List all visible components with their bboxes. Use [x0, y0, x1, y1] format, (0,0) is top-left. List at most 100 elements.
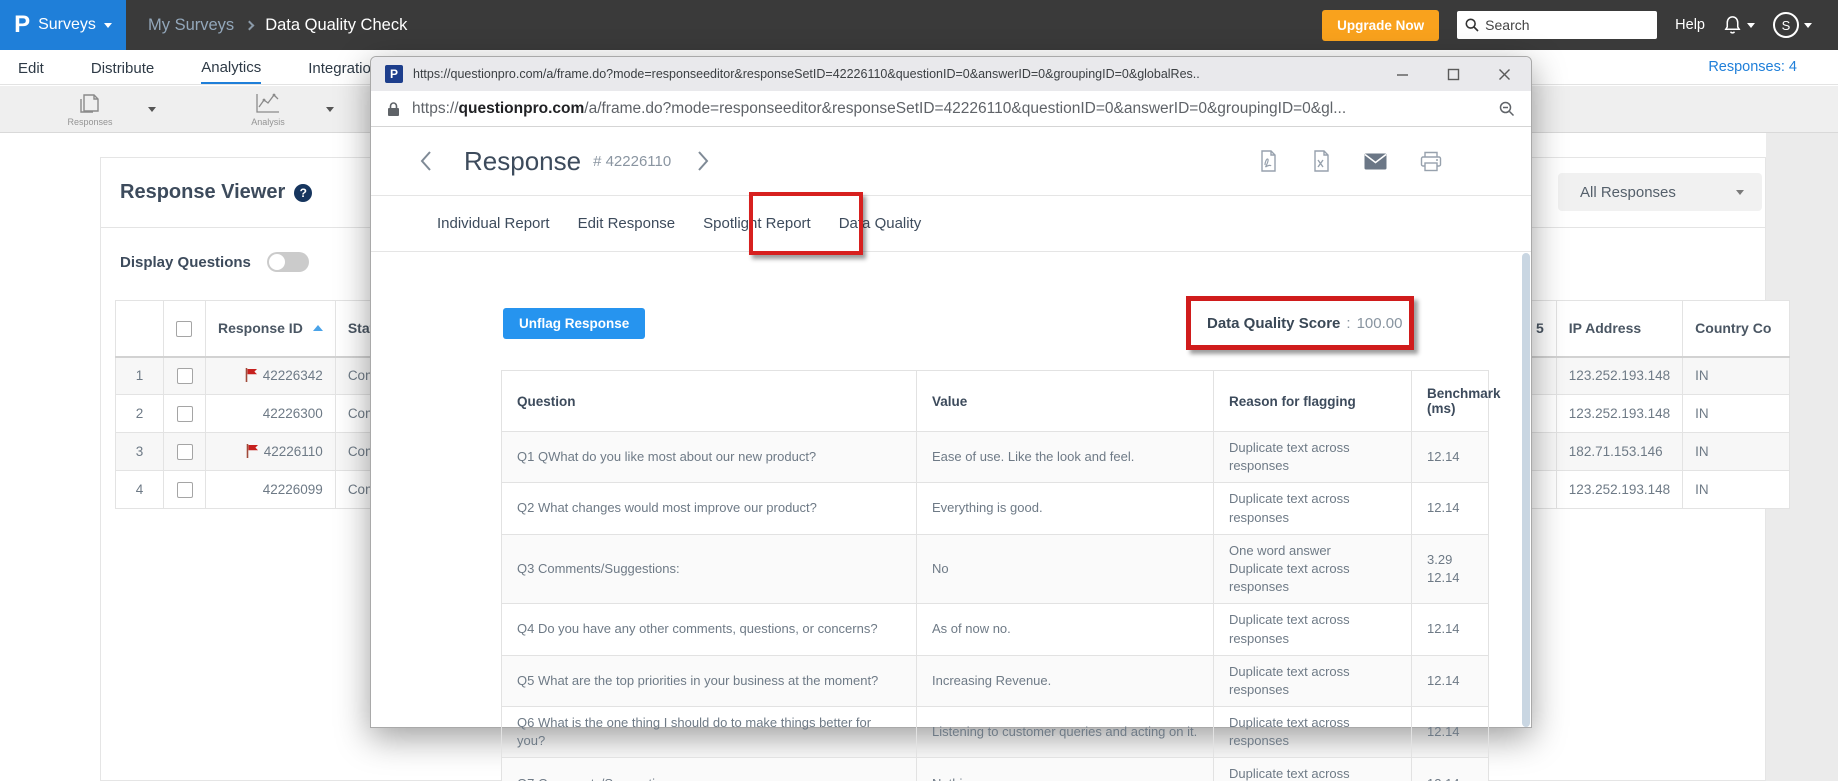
next-response-button[interactable]: [697, 150, 710, 172]
notifications-menu[interactable]: [1723, 15, 1755, 35]
navbar-right-cluster: Upgrade Now Help S: [1322, 10, 1838, 41]
responses-icon: [77, 91, 103, 115]
app-screen: P Surveys My Surveys Data Quality Check …: [0, 0, 1838, 781]
close-button[interactable]: [1498, 68, 1511, 81]
score-label: Data Quality Score: [1207, 315, 1340, 332]
response-id-link[interactable]: 42226342: [206, 357, 336, 395]
question-cell: Q3 Comments/Suggestions:: [502, 534, 917, 604]
question-cell: Q1 QWhat do you like most about our new …: [502, 432, 917, 483]
export-excel-icon[interactable]: [1311, 150, 1331, 172]
table-row: 123.252.193.148 IN: [1524, 395, 1790, 433]
top-navbar: P Surveys My Surveys Data Quality Check …: [0, 0, 1838, 50]
row-checkbox[interactable]: [177, 406, 193, 422]
response-number: # 42226110: [593, 153, 671, 170]
help-question-icon[interactable]: [294, 184, 312, 202]
responses-tool-dropdown[interactable]: Responses: [50, 86, 156, 132]
bell-icon: [1723, 15, 1742, 35]
response-filter-dropdown[interactable]: All Responses: [1558, 173, 1762, 211]
chevron-right-icon: [245, 20, 255, 30]
search-input[interactable]: [1485, 17, 1635, 33]
table-row: Q2 What changes would most improve our p…: [502, 483, 1489, 534]
reason-cell: One word answerDuplicate text across res…: [1214, 534, 1412, 604]
response-title: Response: [464, 146, 581, 177]
global-search[interactable]: [1457, 11, 1657, 39]
maximize-button[interactable]: [1447, 68, 1460, 81]
window-title: https://questionpro.com/a/frame.do?mode=…: [413, 67, 1386, 81]
row-number: 2: [116, 395, 164, 433]
row-checkbox[interactable]: [177, 482, 193, 498]
tab-data-quality[interactable]: Data Quality: [839, 215, 922, 232]
question-cell: Q4 Do you have any other comments, quest…: [502, 604, 917, 655]
responses-count: Responses: 4: [1708, 59, 1797, 75]
response-id-link[interactable]: 42226300: [206, 395, 336, 433]
unflag-response-button[interactable]: Unflag Response: [503, 308, 645, 339]
zoom-out-icon[interactable]: [1499, 101, 1515, 117]
toggle-knob: [269, 254, 285, 270]
score-separator: :: [1346, 315, 1350, 332]
rownum-header: [116, 301, 164, 357]
reason-cell: Duplicate text across responses: [1214, 483, 1412, 534]
data-quality-panel: Unflag Response Data Quality Score : 100…: [371, 252, 1531, 765]
value-cell: As of now no.: [917, 604, 1214, 655]
minimize-button[interactable]: [1396, 68, 1409, 81]
lock-icon: [387, 101, 400, 117]
tab-edit[interactable]: Edit: [18, 52, 44, 83]
response-id-link[interactable]: 42226110: [206, 433, 336, 471]
page-title: Response Viewer: [120, 181, 285, 204]
select-all-checkbox[interactable]: [176, 321, 192, 337]
reason-cell: Duplicate text across responses: [1214, 604, 1412, 655]
benchmark-cell: 12.14: [1412, 604, 1489, 655]
value-cell: Everything is good.: [917, 483, 1214, 534]
response-id-link[interactable]: 42226099: [206, 471, 336, 509]
country-cell: IN: [1683, 395, 1790, 433]
question-cell: Q7 Comments/Suggestions:: [502, 758, 917, 781]
previous-response-button[interactable]: [419, 150, 432, 172]
window-titlebar[interactable]: P https://questionpro.com/a/frame.do?mod…: [371, 57, 1531, 91]
questionpro-favicon: P: [385, 65, 403, 83]
print-icon[interactable]: [1420, 151, 1442, 172]
table-row: Q7 Comments/Suggestions: Nothing. Duplic…: [502, 758, 1489, 781]
ip-cell: 182.71.153.146: [1556, 433, 1682, 471]
product-switcher[interactable]: P Surveys: [0, 0, 126, 50]
country-cell: IN: [1683, 357, 1790, 395]
tab-integration[interactable]: Integration: [308, 52, 379, 83]
response-id-header[interactable]: Response ID: [206, 301, 336, 357]
country-code-header[interactable]: Country Co: [1683, 301, 1790, 357]
breadcrumb-my-surveys[interactable]: My Surveys: [148, 16, 234, 35]
tab-edit-response[interactable]: Edit Response: [578, 215, 676, 232]
tab-analytics[interactable]: Analytics: [201, 51, 261, 84]
row-checkbox[interactable]: [177, 444, 193, 460]
table-header-row: Question Value Reason for flagging Bench…: [502, 371, 1489, 432]
email-icon[interactable]: [1364, 153, 1387, 170]
account-menu[interactable]: S: [1773, 12, 1812, 38]
address-bar[interactable]: https://questionpro.com/a/frame.do?mode=…: [371, 91, 1531, 127]
export-pdf-icon[interactable]: [1258, 150, 1278, 172]
row-checkbox[interactable]: [177, 368, 193, 384]
scrollbar[interactable]: [1522, 253, 1530, 727]
analysis-icon: [254, 91, 282, 115]
help-link[interactable]: Help: [1675, 17, 1705, 33]
responses-tool: Responses: [50, 91, 130, 127]
tab-spotlight-report[interactable]: Spotlight Report: [703, 215, 811, 232]
question-cell: Q6 What is the one thing I should do to …: [502, 707, 917, 758]
export-actions: [1258, 150, 1442, 172]
row-select-cell: [164, 357, 206, 395]
country-cell: IN: [1683, 433, 1790, 471]
upgrade-now-button[interactable]: Upgrade Now: [1322, 10, 1439, 41]
chevron-down-icon: [1804, 23, 1812, 28]
response-editor-window: P https://questionpro.com/a/frame.do?mod…: [370, 56, 1532, 728]
product-name: Surveys: [38, 16, 96, 34]
tab-distribute[interactable]: Distribute: [91, 52, 154, 83]
row-select-cell: [164, 471, 206, 509]
ip-address-header[interactable]: IP Address: [1556, 301, 1682, 357]
row-number: 4: [116, 471, 164, 509]
data-quality-table: Question Value Reason for flagging Bench…: [501, 370, 1489, 781]
table-row: 182.71.153.146 IN: [1524, 433, 1790, 471]
display-questions-toggle[interactable]: [267, 252, 309, 272]
response-header: Response # 42226110: [371, 127, 1531, 195]
analysis-tool-dropdown[interactable]: Analysis: [228, 86, 334, 132]
table-row: 123.252.193.148 IN: [1524, 357, 1790, 395]
question-header: Question: [502, 371, 917, 432]
avatar: S: [1773, 12, 1799, 38]
tab-individual-report[interactable]: Individual Report: [437, 215, 550, 232]
